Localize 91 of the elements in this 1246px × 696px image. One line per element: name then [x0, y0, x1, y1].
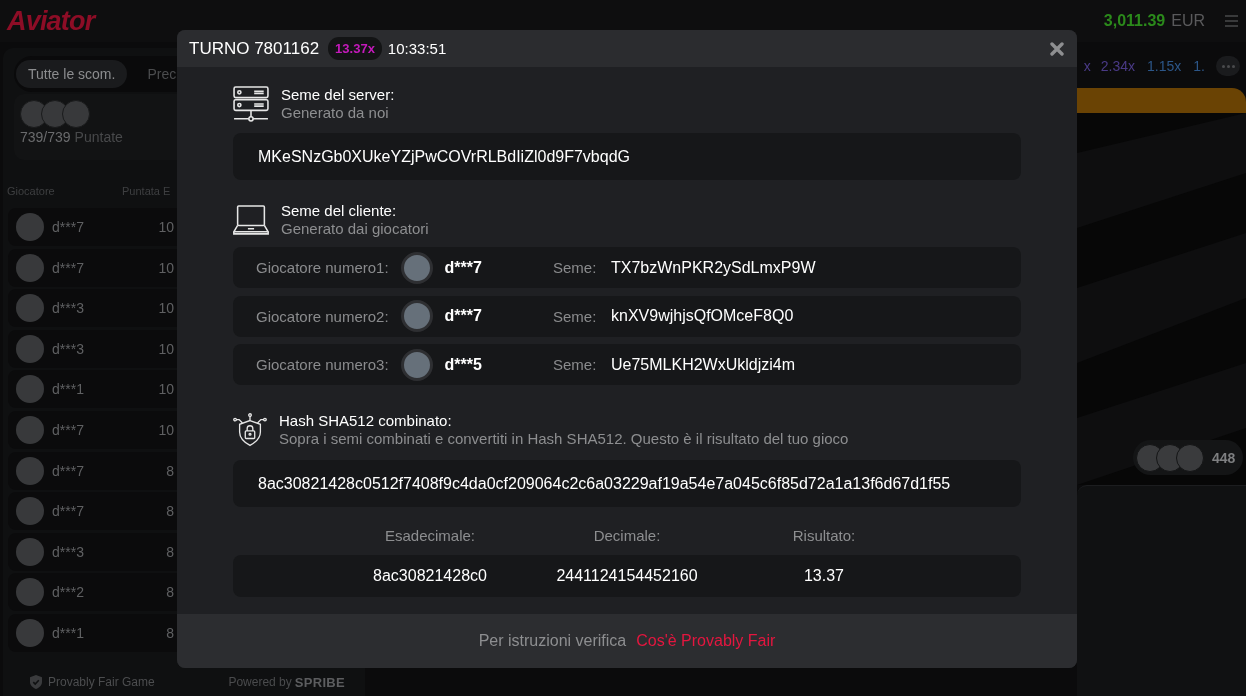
player-name: d***3	[52, 543, 84, 560]
player-name: d***7	[52, 259, 84, 276]
player-name: d***7	[444, 258, 482, 277]
player-avatar	[16, 456, 44, 485]
bet-amount: 8	[166, 584, 174, 601]
bet-amount: 8	[166, 624, 174, 641]
seed-value: knXV9wjhjsQfOMceF8Q0	[611, 307, 794, 325]
player-avatar	[400, 300, 433, 332]
player-name: d***5	[444, 355, 482, 374]
shield-lock-icon	[233, 412, 267, 448]
player-avatar	[16, 497, 44, 526]
section-title: Seme del server:	[281, 86, 395, 104]
seed-value: Ue75MLKH2WxUkldjzi4m	[611, 355, 796, 374]
player-label: Giocatore numero2:	[256, 307, 389, 325]
multiplier-value: 1.15x	[1147, 58, 1182, 74]
menu-icon[interactable]	[1225, 15, 1238, 27]
section-subtitle: Generato dai giocatori	[281, 220, 429, 238]
bet-amount: 8	[166, 543, 174, 560]
section-subtitle: Sopra i semi combinati e convertiti in Hash SHA512. Questo è il risultato del tuo gioco	[279, 430, 849, 448]
multiplier-badge: 13.37x	[328, 37, 382, 60]
filter-tab[interactable]: Tutte le scom.	[16, 60, 128, 88]
laptop-icon	[233, 205, 269, 235]
seed-label: Seme:	[553, 307, 598, 325]
bet-amount: 10	[158, 219, 174, 235]
seed-value: TX7bzWnPKR2ySdLmxP9W	[611, 258, 816, 277]
player-name: d***7	[52, 462, 84, 479]
result-label: Esadecimale:	[383, 527, 476, 545]
powered-by-label: Powered by	[228, 675, 292, 689]
instructions-text: Per istruzioni verifica	[478, 632, 627, 650]
bets-count: 739/739	[20, 128, 71, 146]
result-label: Decimale:	[592, 527, 662, 545]
server-seed-field: MKeSNzGb0XUkeYZjPwCOVrRLBdIiZl0d9F7vbqdG	[233, 133, 1021, 180]
more-icon	[1221, 64, 1235, 68]
more-button[interactable]	[1216, 56, 1240, 76]
brand-logo: SPRIBE	[294, 674, 345, 690]
bet-amount: 10	[158, 421, 174, 438]
bet-amount: 8	[166, 462, 174, 479]
player-avatar	[16, 578, 44, 607]
round-time: 10:33:51	[387, 40, 447, 57]
multiplier-value: x	[1083, 58, 1091, 74]
player-avatar	[16, 334, 44, 363]
player-name: d***7	[52, 421, 84, 438]
filter-tab[interactable]: Prec	[147, 60, 177, 88]
multiplier-value: 2.34x	[1100, 58, 1136, 74]
player-avatar	[16, 294, 44, 323]
balance-amount: 3,011.39	[1103, 12, 1166, 30]
result-value: 2441124154452160	[555, 567, 699, 585]
player-avatar	[1176, 443, 1204, 472]
multiplier-value: 1.	[1193, 58, 1205, 74]
seed-label: Seme:	[553, 259, 598, 276]
seed-label: Seme:	[553, 356, 598, 373]
player-name: d***2	[52, 584, 84, 601]
player-name: d***7	[444, 307, 482, 325]
result-value: 13.37	[802, 567, 845, 585]
player-label: Giocatore numero3:	[256, 356, 389, 373]
shield-check-icon	[30, 675, 42, 689]
player-avatar	[16, 537, 44, 566]
bet-amount: 10	[158, 300, 174, 317]
player-avatar	[62, 100, 90, 128]
result-label: Risultato:	[791, 527, 857, 545]
section-title: Hash SHA512 combinato:	[279, 412, 453, 430]
bet-amount: 8	[166, 503, 174, 520]
bet-amount: 10	[158, 381, 174, 398]
section-subtitle: Generato da noi	[281, 104, 390, 122]
currency-label: EUR	[1171, 12, 1205, 30]
section-title: Seme del cliente:	[281, 202, 398, 220]
player-name: d***7	[52, 219, 84, 235]
player-avatar	[16, 415, 44, 444]
player-avatar	[400, 348, 433, 381]
help-link[interactable]: Cos'è Provably Fair	[636, 632, 776, 650]
result-value: 8ac30821428c0	[372, 567, 488, 585]
player-avatar	[16, 375, 44, 404]
player-avatar	[16, 253, 44, 282]
close-icon[interactable]	[1050, 41, 1064, 56]
player-avatar	[16, 213, 44, 241]
player-avatar	[400, 251, 433, 284]
app-logo: Aviator	[7, 6, 95, 36]
player-name: d***1	[52, 381, 84, 398]
player-avatar	[16, 618, 44, 647]
bet-amount: 10	[158, 340, 174, 357]
player-label: Giocatore numero1:	[256, 259, 389, 276]
bet-amount: 10	[158, 259, 174, 276]
player-name: d***1	[52, 624, 84, 641]
hash-field: 8ac30821428c0512f7408f9c4da0cf209064c2c6a03229af19a54e7a045c6f85d72a1a13f6d67d1f55	[233, 460, 1021, 507]
server-icon	[233, 86, 269, 122]
provably-fair-label[interactable]: Provably Fair Game	[48, 675, 155, 689]
player-name: d***7	[52, 503, 84, 520]
round-title: TURNO 7801162	[189, 38, 320, 59]
player-name: d***3	[52, 340, 84, 357]
players-count: 448	[1212, 449, 1236, 466]
player-name: d***3	[52, 300, 84, 317]
